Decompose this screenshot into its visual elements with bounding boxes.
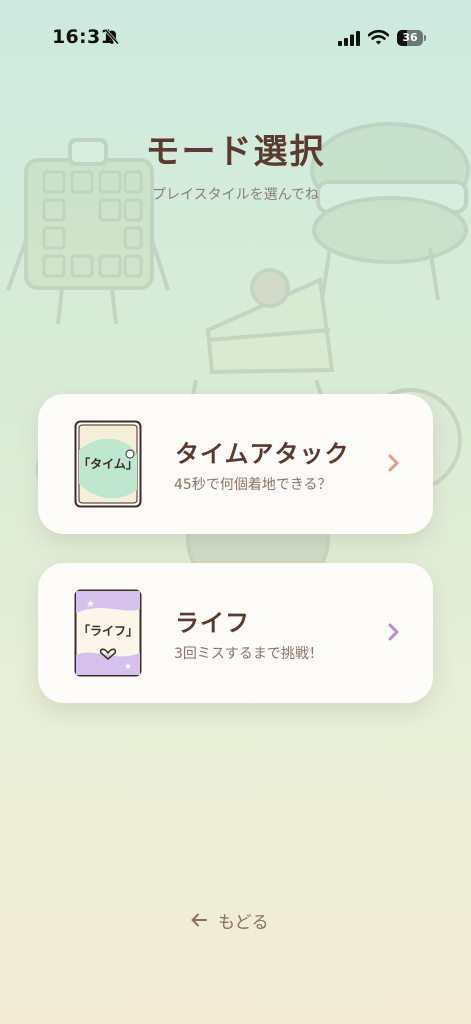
mode-card-time-attack[interactable]: 「タイム」 タイムアタック 45秒で何個着地できる？ — [38, 394, 433, 534]
life-thumb-label: 「ライフ」 — [78, 623, 138, 638]
mode-description-time-attack: 45秒で何個着地できる？ — [174, 477, 332, 493]
signal-icon — [338, 31, 360, 46]
time-attack-thumb-label: 「タイム」 — [78, 456, 138, 471]
page-subtitle: プレイスタイルを選んでね — [152, 187, 319, 203]
mode-description-life: 3回ミスするまで挑戦！ — [174, 646, 323, 662]
mode-title-life: ライフ — [175, 609, 250, 637]
chevron-right-icon — [388, 454, 399, 472]
mode-title-time-attack: タイムアタック — [175, 440, 350, 468]
bell-slash-icon — [104, 29, 120, 45]
svg-text:★: ★ — [86, 599, 95, 610]
life-card-icon: ★ ★ 「ライフ」 — [74, 589, 142, 677]
back-label: もどる — [218, 912, 269, 933]
wifi-icon — [368, 29, 389, 45]
battery-level: 36 — [402, 31, 418, 44]
svg-text:★: ★ — [124, 662, 132, 672]
status-bar: 16:31 36 — [0, 0, 471, 76]
back-button[interactable]: もどる — [190, 906, 269, 934]
page-title: モード選択 — [145, 132, 326, 172]
time-attack-card-icon: 「タイム」 — [74, 420, 142, 508]
chevron-right-icon — [388, 623, 399, 641]
mode-card-life[interactable]: ★ ★ 「ライフ」 ライフ 3回ミスするまで挑戦！ — [38, 563, 433, 703]
battery-icon: 36 — [397, 30, 427, 46]
arrow-left-icon — [191, 913, 207, 927]
